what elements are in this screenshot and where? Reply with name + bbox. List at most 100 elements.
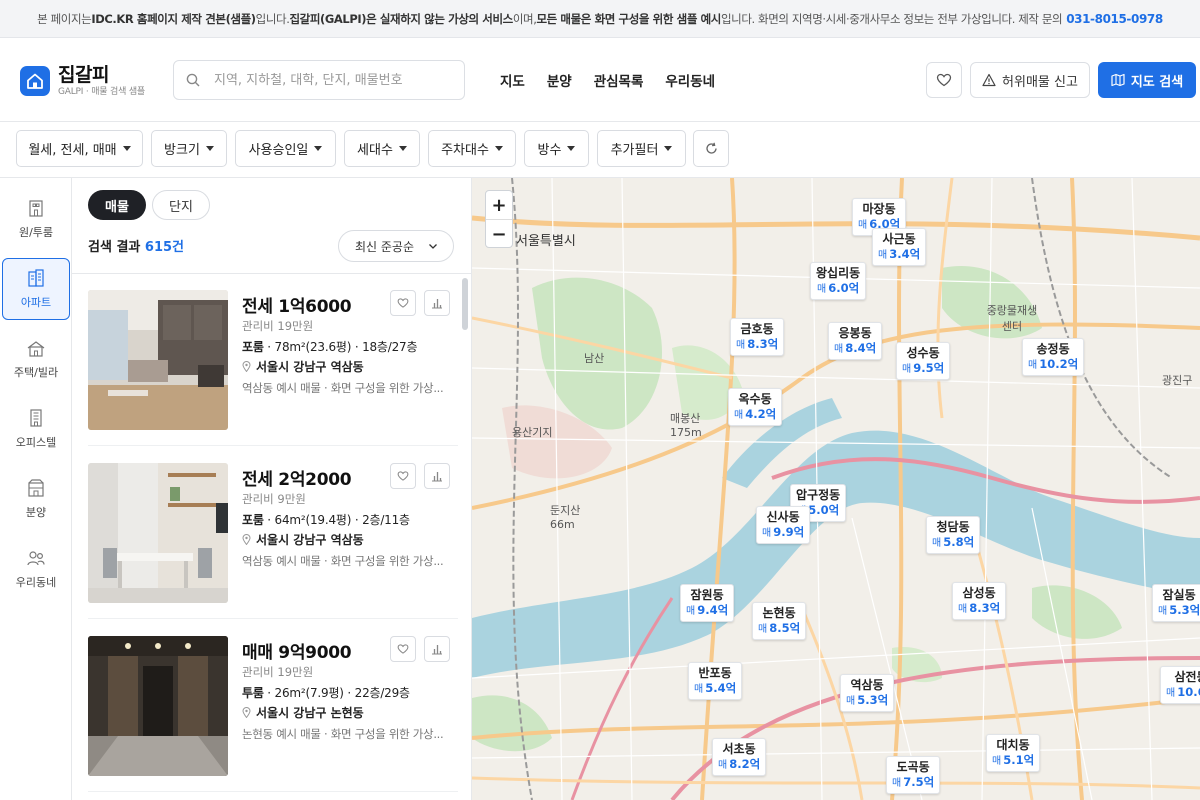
marker-price-prefix: 매 — [762, 528, 772, 539]
favorite-button[interactable] — [390, 636, 416, 662]
report-label: 허위매물 신고 — [1002, 74, 1078, 90]
nav-presale[interactable]: 분양 — [547, 70, 572, 90]
filter-parking[interactable]: 주차대수 — [428, 130, 516, 167]
map-search-button[interactable]: 지도 검색 — [1098, 62, 1196, 98]
marker-price: 6.0억 — [828, 281, 860, 295]
tab-complexes[interactable]: 단지 — [152, 190, 210, 220]
marker-name: 사근동 — [882, 232, 916, 246]
listing-spec-detail: · 64m²(19.4평) · 2층/11층 — [263, 513, 410, 527]
marker-name: 왕십리동 — [816, 266, 861, 280]
marker-price: 9.5억 — [913, 361, 945, 375]
zoom-in-button[interactable]: + — [486, 191, 512, 219]
price-marker[interactable]: 옥수동 매 4.2억 — [728, 388, 783, 426]
nav-neighborhood[interactable]: 우리동네 — [2, 538, 70, 600]
compare-button[interactable] — [424, 636, 450, 662]
price-marker[interactable]: 잠실동 매 5.3억 — [1152, 584, 1200, 622]
nav-oneroom[interactable]: 원/투룸 — [2, 188, 70, 250]
filter-approval-date[interactable]: 사용승인일 — [235, 130, 336, 167]
price-marker[interactable]: 삼전동매10.6억 — [1160, 666, 1200, 704]
favorite-button[interactable] — [390, 290, 416, 316]
home-logo-icon[interactable] — [20, 66, 50, 96]
price-marker[interactable]: 성수동 매 9.5억 — [896, 342, 951, 380]
filter-bar: 월세, 전세, 매매 방크기 사용승인일 세대수 주차대수 방수 추가필터 — [0, 122, 1200, 178]
reset-filters-button[interactable] — [693, 130, 729, 167]
filter-room-size[interactable]: 방크기 — [151, 130, 227, 167]
contact-phone[interactable]: 031-8015-0978 — [1066, 12, 1163, 26]
nav-apartment[interactable]: 아파트 — [2, 258, 70, 320]
price-marker[interactable]: 금호동 매 8.3억 — [730, 318, 785, 356]
marker-name: 논현동 — [762, 606, 796, 620]
filter-rooms[interactable]: 방수 — [524, 130, 589, 167]
marker-price-prefix: 매 — [1166, 688, 1176, 699]
price-marker[interactable]: 응봉동 매 8.4억 — [828, 322, 883, 360]
brand-name[interactable]: 집갈피 — [58, 60, 109, 87]
price-marker[interactable]: 역삼동 매 5.3억 — [840, 674, 895, 712]
sort-label: 최신 준공순 — [355, 239, 415, 254]
listing-card[interactable]: 전세 2억2000 관리비 9만원 포룸 · 64m²(19.4평) · 2층/… — [88, 447, 458, 619]
price-marker[interactable]: 삼성동 매 8.3억 — [952, 582, 1007, 620]
nav-villa[interactable]: 주택/빌라 — [2, 328, 70, 390]
listing-address-text: 서울시 강남구 역삼동 — [256, 360, 364, 374]
listing-photo[interactable] — [88, 636, 228, 776]
price-marker[interactable]: 서초동 매 8.2억 — [712, 738, 767, 776]
filter-deal-type[interactable]: 월세, 전세, 매매 — [16, 130, 143, 167]
scrollbar[interactable] — [462, 278, 468, 330]
report-fake-listing-button[interactable]: 허위매물 신고 — [970, 62, 1090, 98]
listing-photo[interactable] — [88, 463, 228, 603]
marker-price: 8.5억 — [769, 621, 801, 635]
search-input[interactable] — [214, 72, 444, 88]
marker-name: 응봉동 — [838, 326, 872, 340]
sort-select[interactable]: 최신 준공순 — [338, 230, 454, 262]
price-marker[interactable]: 송정동 매 10.2억 — [1022, 338, 1085, 376]
nav-officetel[interactable]: 오피스텔 — [2, 398, 70, 460]
price-marker[interactable]: 도곡동 매 7.5억 — [886, 756, 941, 794]
nav-map[interactable]: 지도 — [500, 70, 525, 90]
listing-photo[interactable] — [88, 290, 228, 430]
listing-description: 논현동 예시 매물 · 화면 구성을 위한 가상... — [242, 727, 444, 741]
price-marker[interactable]: 잠원동 매 9.4억 — [680, 584, 735, 622]
notice-bar: 본 페이지는 IDC.KR 홈페이지 제작 견본(샘플) 입니다. 집갈피(GAL… — [0, 0, 1200, 38]
compare-button[interactable] — [424, 290, 450, 316]
chevron-down-icon — [567, 146, 576, 151]
listing-card[interactable]: 전세 1억6000 관리비 19만원 포룸 · 78m²(23.6평) · 18… — [88, 274, 458, 446]
listing-address: 서울시 강남구 논현동 — [242, 704, 364, 721]
listing-maintenance-fee: 관리비 19만원 — [242, 665, 314, 679]
nav-favorites[interactable]: 관심목록 — [594, 70, 644, 90]
map-label: 중랑물재생센터 — [986, 304, 1038, 333]
filter-more[interactable]: 추가필터 — [597, 130, 686, 167]
main-nav: 지도 분양 관심목록 우리동네 — [500, 70, 715, 90]
marker-price: 5.0억 — [808, 503, 840, 517]
price-marker[interactable]: 반포동 매 5.4억 — [688, 662, 743, 700]
zoom-out-button[interactable]: − — [486, 220, 512, 248]
nav-neighborhood[interactable]: 우리동네 — [665, 70, 715, 90]
marker-price: 8.3억 — [747, 337, 779, 351]
notice-text: 본 페이지는 — [37, 11, 92, 26]
listing-spec: 투룸 · 26m²(7.9평) · 22층/29층 — [242, 684, 410, 701]
marker-price: 5.1억 — [1003, 753, 1035, 767]
price-marker[interactable]: 청담동 매 5.8억 — [926, 516, 981, 554]
listing-price: 매매 9억9000 — [242, 643, 352, 663]
search-box[interactable] — [173, 60, 465, 100]
compare-button[interactable] — [424, 463, 450, 489]
heart-icon — [936, 73, 952, 87]
price-marker[interactable]: 왕십리동 매 6.0억 — [810, 262, 867, 300]
price-marker[interactable]: 대치동 매 5.1억 — [986, 734, 1041, 772]
listing-card[interactable]: 매매 9억9000 관리비 19만원 투룸 · 26m²(7.9평) · 22층… — [88, 620, 458, 792]
favorites-button[interactable] — [926, 62, 962, 98]
filter-label: 방수 — [537, 143, 562, 158]
notice-text: 입니다. 화면의 지역명·시세·중개사무소 정보는 전부 가상입니다. 제작 문… — [720, 11, 1063, 26]
price-marker[interactable]: 사근동 매 3.4억 — [872, 228, 927, 266]
nav-presale[interactable]: 분양 — [2, 468, 70, 530]
map-view[interactable]: + − 서울특별시 용산기지 중랑물재생센터 광진구 남산 매봉산 175m 둔… — [472, 178, 1200, 800]
listing-room-type: 포룸 — [242, 340, 264, 354]
filter-households[interactable]: 세대수 — [344, 130, 420, 167]
price-marker[interactable]: 신사동 매 9.9억 — [756, 506, 811, 544]
tab-listings[interactable]: 매물 — [88, 190, 146, 220]
marker-price: 9.9억 — [773, 525, 805, 539]
listing-spec: 포룸 · 78m²(23.6평) · 18층/27층 — [242, 338, 418, 355]
refresh-icon — [705, 142, 717, 154]
marker-name: 반포동 — [698, 666, 732, 680]
favorite-button[interactable] — [390, 463, 416, 489]
marker-name: 삼전동 — [1174, 670, 1200, 684]
price-marker[interactable]: 논현동 매 8.5억 — [752, 602, 807, 640]
